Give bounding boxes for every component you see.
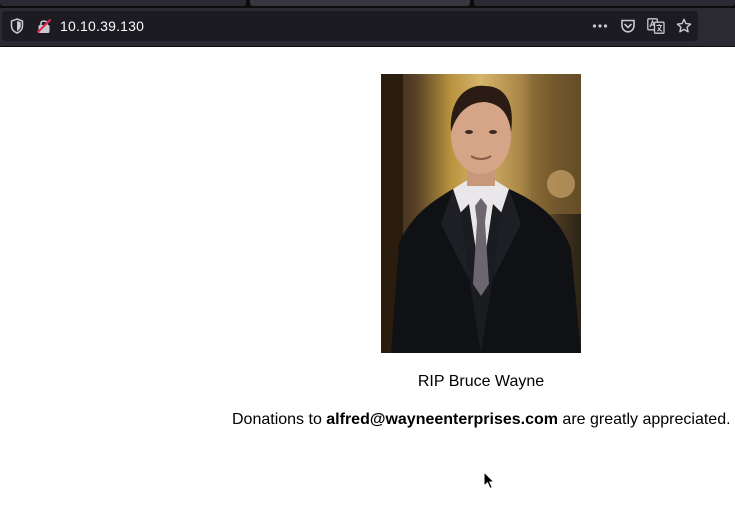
url-text[interactable]: 10.10.39.130 — [60, 18, 144, 34]
donations-suffix: are greatly appreciated. — [557, 411, 731, 428]
donations-prefix: Donations to — [232, 411, 327, 428]
page-content: RIP Bruce Wayne Donations to alfred@wayn… — [0, 47, 735, 522]
memorial-caption: RIP Bruce Wayne — [417, 373, 545, 390]
ellipsis-icon[interactable] — [592, 18, 608, 34]
insecure-lock-icon[interactable] — [36, 18, 52, 34]
translate-icon[interactable] — [647, 18, 665, 34]
portrait-photo — [381, 74, 581, 353]
tab-strip — [0, 0, 735, 8]
pocket-icon[interactable] — [620, 18, 636, 34]
donations-text: Donations to alfred@wayneenterprises.com… — [232, 411, 735, 429]
shield-icon[interactable] — [10, 18, 24, 34]
mouse-cursor-icon — [483, 470, 496, 490]
star-icon[interactable] — [676, 18, 692, 34]
navigation-toolbar: 10.10.39.130 — [0, 8, 735, 47]
tab-active[interactable] — [250, 0, 470, 6]
tab-left[interactable] — [0, 0, 246, 6]
tab-right[interactable] — [474, 0, 735, 6]
donation-email: alfred@wayneenterprises.com — [326, 411, 558, 428]
url-bar[interactable]: 10.10.39.130 — [2, 11, 698, 41]
